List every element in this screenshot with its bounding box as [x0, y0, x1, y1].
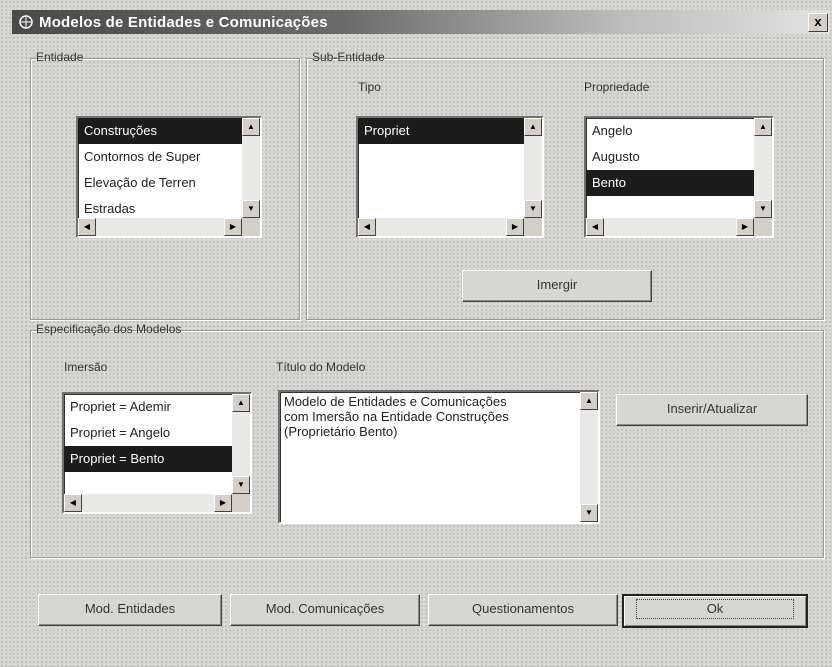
especificacao-group-label: Especificação dos Modelos [36, 322, 182, 336]
scroll-up-icon[interactable]: ▲ [242, 118, 260, 136]
scroll-up-icon[interactable]: ▲ [754, 118, 772, 136]
horizontal-scrollbar[interactable]: ◀ ▶ [78, 218, 242, 236]
list-item[interactable]: Contornos de Super [78, 144, 242, 170]
scroll-down-icon[interactable]: ▼ [242, 200, 260, 218]
vertical-scrollbar[interactable]: ▲ ▼ [754, 118, 772, 218]
tipo-label: Tipo [358, 80, 381, 94]
entidade-listbox[interactable]: Construções Contornos de Super Elevação … [76, 116, 262, 238]
horizontal-scrollbar[interactable]: ◀ ▶ [586, 218, 754, 236]
list-item[interactable]: Estradas [78, 196, 242, 218]
app-icon [18, 14, 34, 30]
entidade-group-label: Entidade [36, 50, 84, 64]
horizontal-scrollbar[interactable]: ◀ ▶ [358, 218, 524, 236]
titulo-textarea[interactable]: Modelo de Entidades e Comunicações com I… [278, 390, 600, 524]
scroll-left-icon[interactable]: ◀ [586, 218, 604, 236]
scroll-right-icon[interactable]: ▶ [224, 218, 242, 236]
list-item[interactable]: Bento [586, 170, 754, 196]
mod-entidades-button[interactable]: Mod. Entidades [38, 594, 222, 626]
scroll-corner [232, 494, 250, 512]
imersao-listbox[interactable]: Propriet = Ademir Propriet = Angelo Prop… [62, 392, 252, 514]
imergir-button[interactable]: Imergir [462, 270, 652, 302]
questionamentos-button[interactable]: Questionamentos [428, 594, 618, 626]
scroll-corner [754, 218, 772, 236]
mod-comunicacoes-button[interactable]: Mod. Comunicações [230, 594, 420, 626]
list-item[interactable]: Propriet = Angelo [64, 420, 232, 446]
close-button[interactable]: x [808, 13, 828, 32]
vertical-scrollbar[interactable]: ▲ ▼ [232, 394, 250, 494]
scroll-corner [524, 218, 542, 236]
list-item[interactable]: Propriet = Bento [64, 446, 232, 472]
scroll-up-icon[interactable]: ▲ [580, 392, 598, 410]
ok-button-label: Ok [635, 599, 795, 619]
tipo-listbox[interactable]: Propriet ▲ ▼ ◀ ▶ [356, 116, 544, 238]
list-item[interactable]: Propriet [358, 118, 524, 144]
scroll-up-icon[interactable]: ▲ [524, 118, 542, 136]
ok-button[interactable]: Ok [622, 594, 808, 628]
inserir-atualizar-button[interactable]: Inserir/Atualizar [616, 394, 808, 426]
list-item[interactable]: Augusto [586, 144, 754, 170]
titulo-text[interactable]: Modelo de Entidades e Comunicações com I… [284, 394, 578, 439]
imersao-label: Imersão [64, 360, 108, 374]
list-item[interactable]: Propriet = Ademir [64, 394, 232, 420]
scroll-down-icon[interactable]: ▼ [754, 200, 772, 218]
list-item[interactable]: Construções [78, 118, 242, 144]
scroll-corner [242, 218, 260, 236]
horizontal-scrollbar[interactable]: ◀ ▶ [64, 494, 232, 512]
sub-entidade-group-label: Sub-Entidade [312, 50, 385, 64]
propriedade-label: Propriedade [584, 80, 650, 94]
scroll-left-icon[interactable]: ◀ [64, 494, 82, 512]
titulo-label: Título do Modelo [276, 360, 366, 374]
scroll-left-icon[interactable]: ◀ [78, 218, 96, 236]
vertical-scrollbar[interactable]: ▲ ▼ [242, 118, 260, 218]
scroll-right-icon[interactable]: ▶ [736, 218, 754, 236]
title-bar: Modelos de Entidades e Comunicações x [12, 10, 830, 34]
scroll-down-icon[interactable]: ▼ [232, 476, 250, 494]
vertical-scrollbar[interactable]: ▲ ▼ [524, 118, 542, 218]
list-item[interactable]: Elevação de Terren [78, 170, 242, 196]
list-item[interactable]: Angelo [586, 118, 754, 144]
vertical-scrollbar[interactable]: ▲ ▼ [580, 392, 598, 522]
scroll-down-icon[interactable]: ▼ [580, 504, 598, 522]
propriedade-listbox[interactable]: Angelo Augusto Bento ▲ ▼ ◀ ▶ [584, 116, 774, 238]
scroll-left-icon[interactable]: ◀ [358, 218, 376, 236]
scroll-right-icon[interactable]: ▶ [214, 494, 232, 512]
scroll-up-icon[interactable]: ▲ [232, 394, 250, 412]
scroll-right-icon[interactable]: ▶ [506, 218, 524, 236]
scroll-down-icon[interactable]: ▼ [524, 200, 542, 218]
window-title: Modelos de Entidades e Comunicações [39, 13, 328, 31]
